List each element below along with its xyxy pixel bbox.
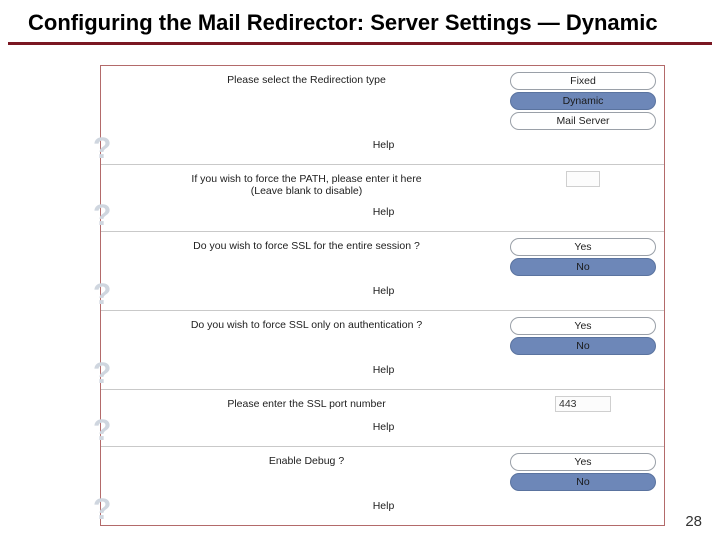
- options-ssl-auth: Yes No: [510, 317, 656, 355]
- section-ssl-auth: Do you wish to force SSL only on authent…: [101, 311, 664, 390]
- help-row: ? Help: [111, 199, 656, 225]
- help-label[interactable]: Help: [373, 285, 395, 297]
- option-mail-server[interactable]: Mail Server: [510, 112, 656, 130]
- help-icon: ?: [93, 278, 127, 312]
- option-debug-yes[interactable]: Yes: [510, 453, 656, 471]
- slide-title: Configuring the Mail Redirector: Server …: [28, 10, 692, 36]
- options-ssl-session: Yes No: [510, 238, 656, 276]
- option-ssl-session-yes[interactable]: Yes: [510, 238, 656, 256]
- help-icon: ?: [93, 132, 127, 166]
- section-force-path: If you wish to force the PATH, please en…: [101, 165, 664, 232]
- question-force-path-hint: (Leave blank to disable): [251, 185, 363, 197]
- slide-header: Configuring the Mail Redirector: Server …: [0, 0, 720, 40]
- section-ssl-port: Please enter the SSL port number ? Help: [101, 390, 664, 447]
- help-row: ? Help: [111, 278, 656, 304]
- help-icon: ?: [93, 199, 127, 233]
- question-ssl-auth: Do you wish to force SSL only on authent…: [111, 317, 502, 331]
- section-enable-debug: Enable Debug ? Yes No ? Help: [101, 447, 664, 525]
- option-ssl-auth-no[interactable]: No: [510, 337, 656, 355]
- question-force-path-line1: If you wish to force the PATH, please en…: [191, 173, 421, 185]
- question-ssl-session: Do you wish to force SSL for the entire …: [111, 238, 502, 252]
- question-enable-debug: Enable Debug ?: [111, 453, 502, 467]
- help-label[interactable]: Help: [373, 139, 395, 151]
- options-redirection-type: Fixed Dynamic Mail Server: [510, 72, 656, 130]
- help-icon: ?: [93, 357, 127, 391]
- help-row: ? Help: [111, 132, 656, 158]
- options-enable-debug: Yes No: [510, 453, 656, 491]
- title-underline: [8, 42, 712, 45]
- option-ssl-session-no[interactable]: No: [510, 258, 656, 276]
- question-redirection-type: Please select the Redirection type: [111, 72, 502, 86]
- help-row: ? Help: [111, 493, 656, 519]
- help-label[interactable]: Help: [373, 421, 395, 433]
- option-fixed[interactable]: Fixed: [510, 72, 656, 90]
- help-label[interactable]: Help: [373, 500, 395, 512]
- option-debug-no[interactable]: No: [510, 473, 656, 491]
- help-row: ? Help: [111, 414, 656, 440]
- settings-panel: Please select the Redirection type Fixed…: [100, 65, 665, 526]
- ssl-port-input[interactable]: [555, 396, 611, 412]
- help-label[interactable]: Help: [373, 206, 395, 218]
- section-ssl-session: Do you wish to force SSL for the entire …: [101, 232, 664, 311]
- option-dynamic[interactable]: Dynamic: [510, 92, 656, 110]
- help-label[interactable]: Help: [373, 364, 395, 376]
- question-force-path: If you wish to force the PATH, please en…: [111, 171, 502, 197]
- path-input[interactable]: [566, 171, 600, 187]
- question-ssl-port: Please enter the SSL port number: [111, 396, 502, 410]
- page-number: 28: [685, 513, 702, 530]
- section-redirection-type: Please select the Redirection type Fixed…: [101, 66, 664, 165]
- help-row: ? Help: [111, 357, 656, 383]
- help-icon: ?: [93, 414, 127, 448]
- help-icon: ?: [93, 493, 127, 527]
- option-ssl-auth-yes[interactable]: Yes: [510, 317, 656, 335]
